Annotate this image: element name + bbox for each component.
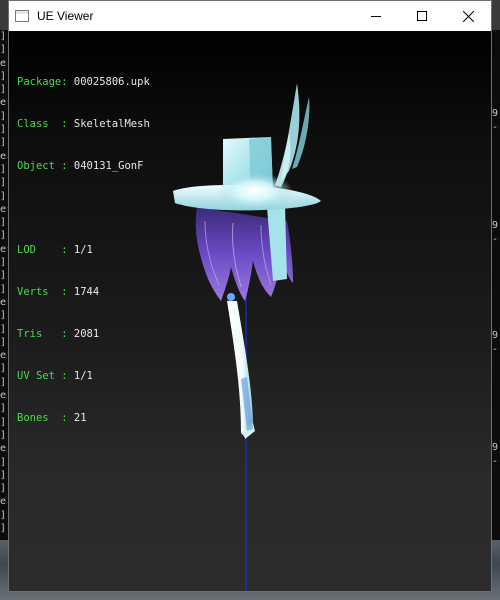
ue-viewer-window: UE Viewer Package: 00025806.upk Class: … bbox=[8, 0, 492, 592]
package-label: Package: bbox=[17, 76, 68, 88]
info-row-object: Object : 040131_GonF bbox=[17, 159, 150, 173]
info-row-bones: Bones : 21 bbox=[17, 411, 150, 425]
window-app-icon bbox=[15, 10, 29, 22]
minimize-button[interactable] bbox=[353, 1, 399, 31]
minimize-icon bbox=[371, 16, 381, 17]
lod-label: LOD : bbox=[17, 244, 68, 256]
info-row-verts: Verts : 1744 bbox=[17, 285, 150, 299]
info-row-package: Package: 00025806.upk bbox=[17, 75, 150, 89]
uvset-label: UV Set : bbox=[17, 370, 68, 382]
close-button[interactable] bbox=[445, 1, 491, 31]
info-spacer bbox=[17, 201, 150, 215]
mesh-info-panel: Package: 00025806.upk Class : SkeletalMe… bbox=[17, 47, 150, 453]
desktop: ]] e]] e]]] e]]] e]] e]]] e]]] e]] e]]] e]]] e]] 9… bbox=[0, 0, 500, 600]
maximize-icon bbox=[417, 11, 427, 21]
uvset-value: 1/1 bbox=[73, 370, 93, 382]
object-label: Object : bbox=[17, 160, 68, 172]
class-label: Class : bbox=[17, 118, 68, 130]
3d-viewport[interactable]: Package: 00025806.upk Class : SkeletalMe… bbox=[9, 31, 491, 591]
bones-value: 21 bbox=[73, 412, 87, 424]
tris-value: 2081 bbox=[73, 328, 100, 340]
class-value: SkeletalMesh bbox=[73, 118, 150, 130]
object-value: 040131_GonF bbox=[73, 160, 144, 172]
bones-label: Bones : bbox=[17, 412, 68, 424]
verts-label: Verts : bbox=[17, 286, 68, 298]
info-row-uvset: UV Set : 1/1 bbox=[17, 369, 150, 383]
info-row-tris: Tris : 2081 bbox=[17, 327, 150, 341]
background-console-left: ]] e]] e]]] e]]] e]] e]]] e]]] e]] e]]] e]]] e]] bbox=[0, 30, 8, 540]
verts-value: 1744 bbox=[73, 286, 100, 298]
info-row-lod: LOD : 1/1 bbox=[17, 243, 150, 257]
background-console-right: 9- 9- 9- 9- bbox=[492, 30, 500, 540]
maximize-button[interactable] bbox=[399, 1, 445, 31]
package-value: 00025806.upk bbox=[73, 76, 150, 88]
info-row-class: Class : SkeletalMesh bbox=[17, 117, 150, 131]
tris-label: Tris : bbox=[17, 328, 68, 340]
close-icon bbox=[462, 10, 474, 22]
title-bar[interactable]: UE Viewer bbox=[9, 1, 491, 31]
window-title: UE Viewer bbox=[37, 9, 94, 23]
lod-value: 1/1 bbox=[73, 244, 93, 256]
